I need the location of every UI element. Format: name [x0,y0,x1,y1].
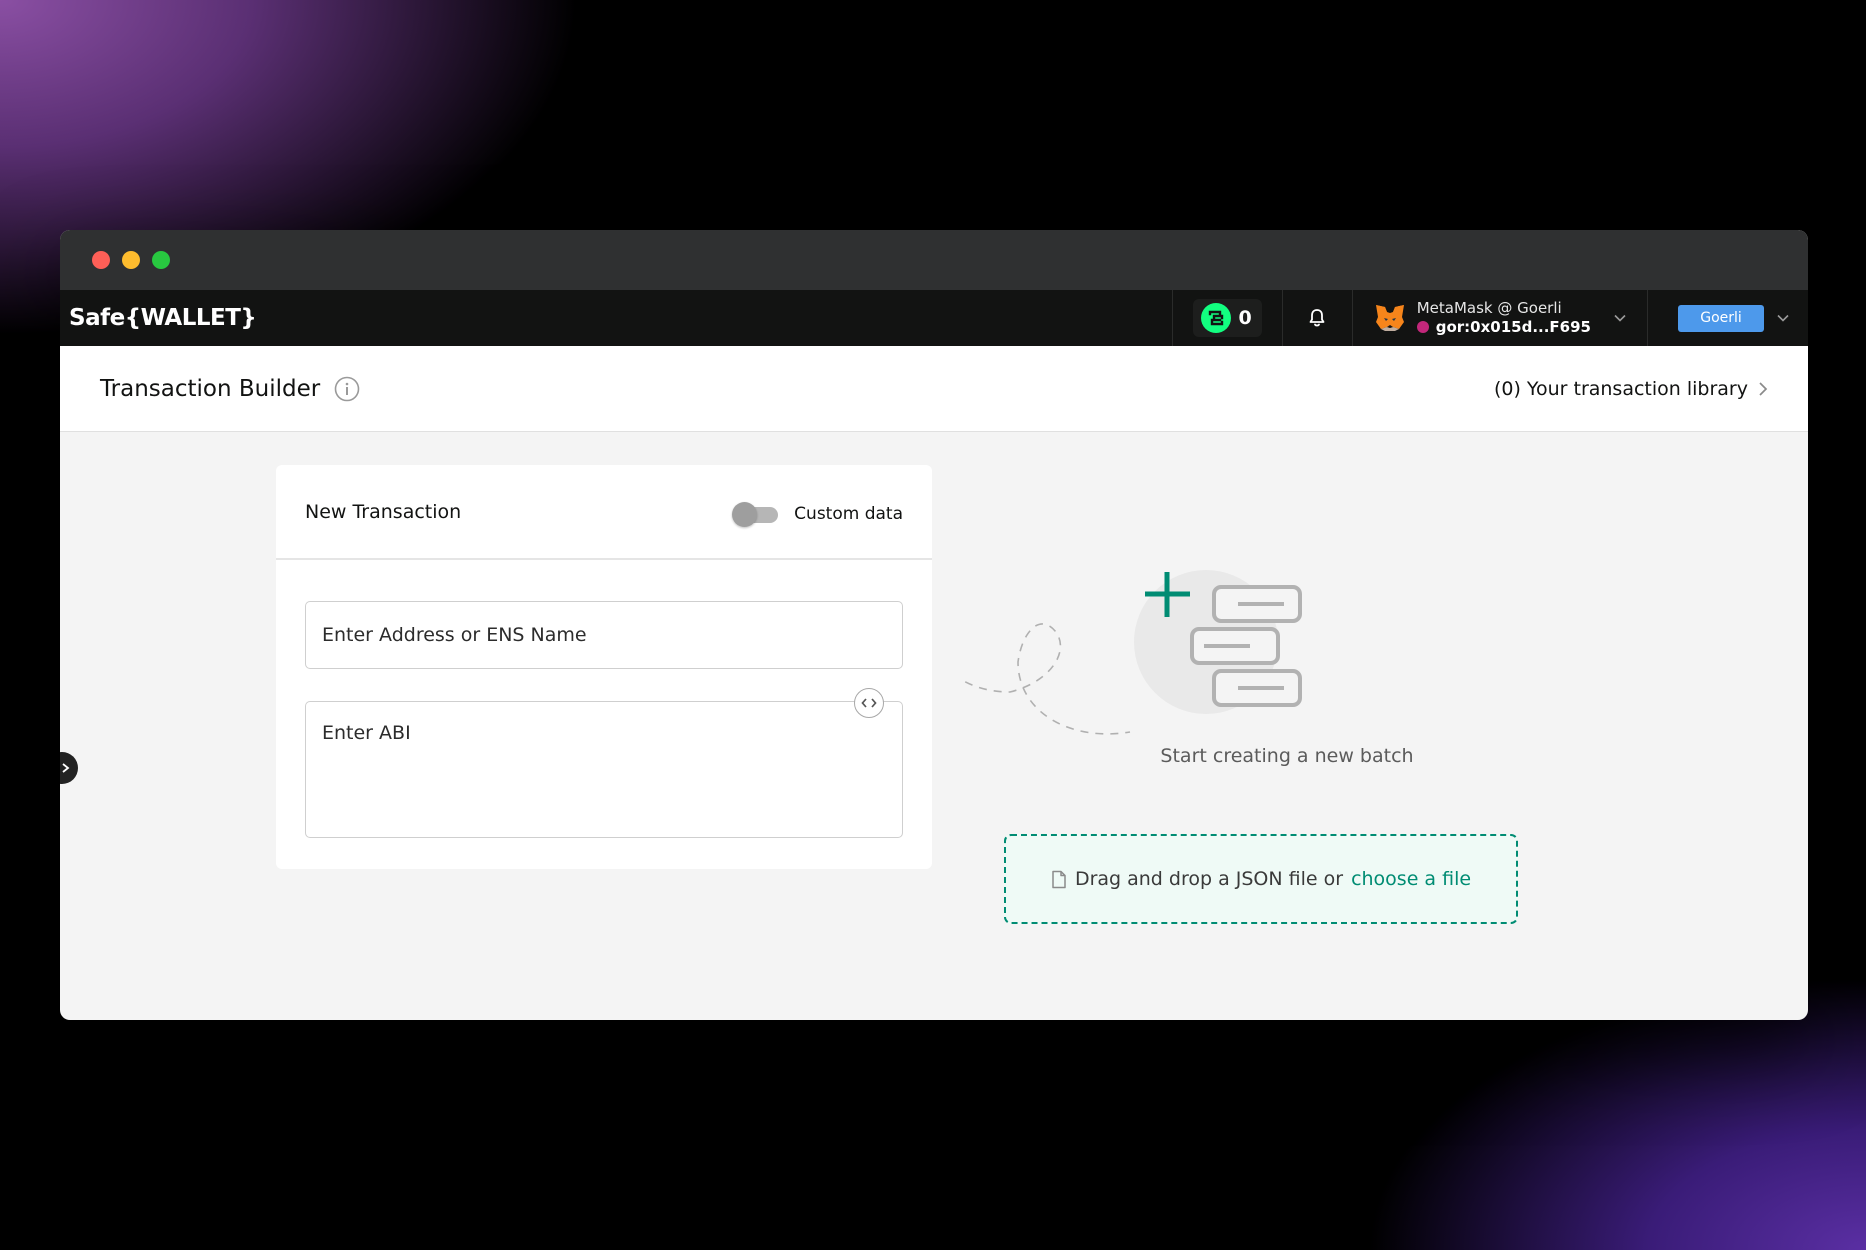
page-header: Transaction Builder (0) Your transaction… [60,346,1808,432]
abi-code-toggle-button[interactable] [854,688,884,718]
pending-tx-pill[interactable]: 0 [1192,299,1262,337]
custom-data-label: Custom data [794,503,903,524]
wallet-address-text: gor:0x015d...F695 [1435,318,1591,336]
wallet-address: gor:0x015d...F695 [1416,318,1591,337]
custom-data-toggle[interactable] [732,501,780,527]
card-title: New Transaction [305,500,462,523]
network-selector[interactable]: Goerli [1647,290,1808,346]
abi-input[interactable]: Enter ABI [305,701,903,838]
batch-illustration [960,570,1302,735]
toggle-knob [732,501,758,527]
choose-file-link[interactable]: choose a file [1351,868,1471,890]
pending-transactions[interactable]: 0 [1171,290,1282,346]
network-badge: Goerli [1678,304,1764,332]
abi-placeholder: Enter ABI [322,722,411,744]
empty-state-message: Start creating a new batch [1160,745,1414,767]
new-transaction-card: New Transaction Custom data Enter Addres… [276,465,932,869]
dropzone-text: Drag and drop a JSON file or [1074,868,1344,890]
empty-batch-state: Start creating a new batch [960,432,1560,1020]
window-titlebar [60,230,1808,290]
address-input[interactable]: Enter Address or ENS Name [305,601,903,669]
browser-window: Safe{WALLET} 0 MetaMask @ Goerli gor:0x0… [60,230,1808,1020]
sidebar-toggle[interactable] [60,752,78,784]
chevron-down-icon [1614,314,1626,322]
file-icon [1052,870,1066,888]
chevron-down-icon [1777,314,1789,322]
bell-icon [1309,309,1325,327]
wallet-dropdown[interactable]: MetaMask @ Goerli gor:0x015d...F695 [1351,290,1647,346]
address-identicon [1416,321,1429,334]
page-title: Transaction Builder [100,375,321,402]
json-dropzone[interactable]: Drag and drop a JSON file or choose a fi… [1004,834,1518,924]
transaction-library-label: (0) Your transaction library [1493,377,1748,400]
chevron-right-icon [1759,381,1768,396]
card-header: New Transaction Custom data [276,465,932,560]
maximize-dot-icon[interactable] [152,251,170,269]
safe-logo-icon [1200,303,1231,333]
pending-tx-count: 0 [1238,307,1252,329]
info-icon[interactable] [334,376,360,402]
metamask-fox-icon [1375,305,1404,331]
chevron-right-icon [62,763,70,773]
wallet-name: MetaMask @ Goerli [1416,299,1562,318]
main-content: New Transaction Custom data Enter Addres… [60,432,1808,1020]
close-dot-icon[interactable] [92,251,110,269]
address-placeholder: Enter Address or ENS Name [322,624,587,646]
notifications-button[interactable] [1281,290,1352,346]
transaction-library-link[interactable]: (0) Your transaction library [1494,378,1768,400]
code-icon [861,698,877,708]
custom-data-toggle-group: Custom data [732,501,903,527]
app-header: Safe{WALLET} 0 MetaMask @ Goerli gor:0x0… [60,290,1808,346]
safe-logo[interactable]: Safe{WALLET} [60,305,1172,331]
minimize-dot-icon[interactable] [122,251,140,269]
